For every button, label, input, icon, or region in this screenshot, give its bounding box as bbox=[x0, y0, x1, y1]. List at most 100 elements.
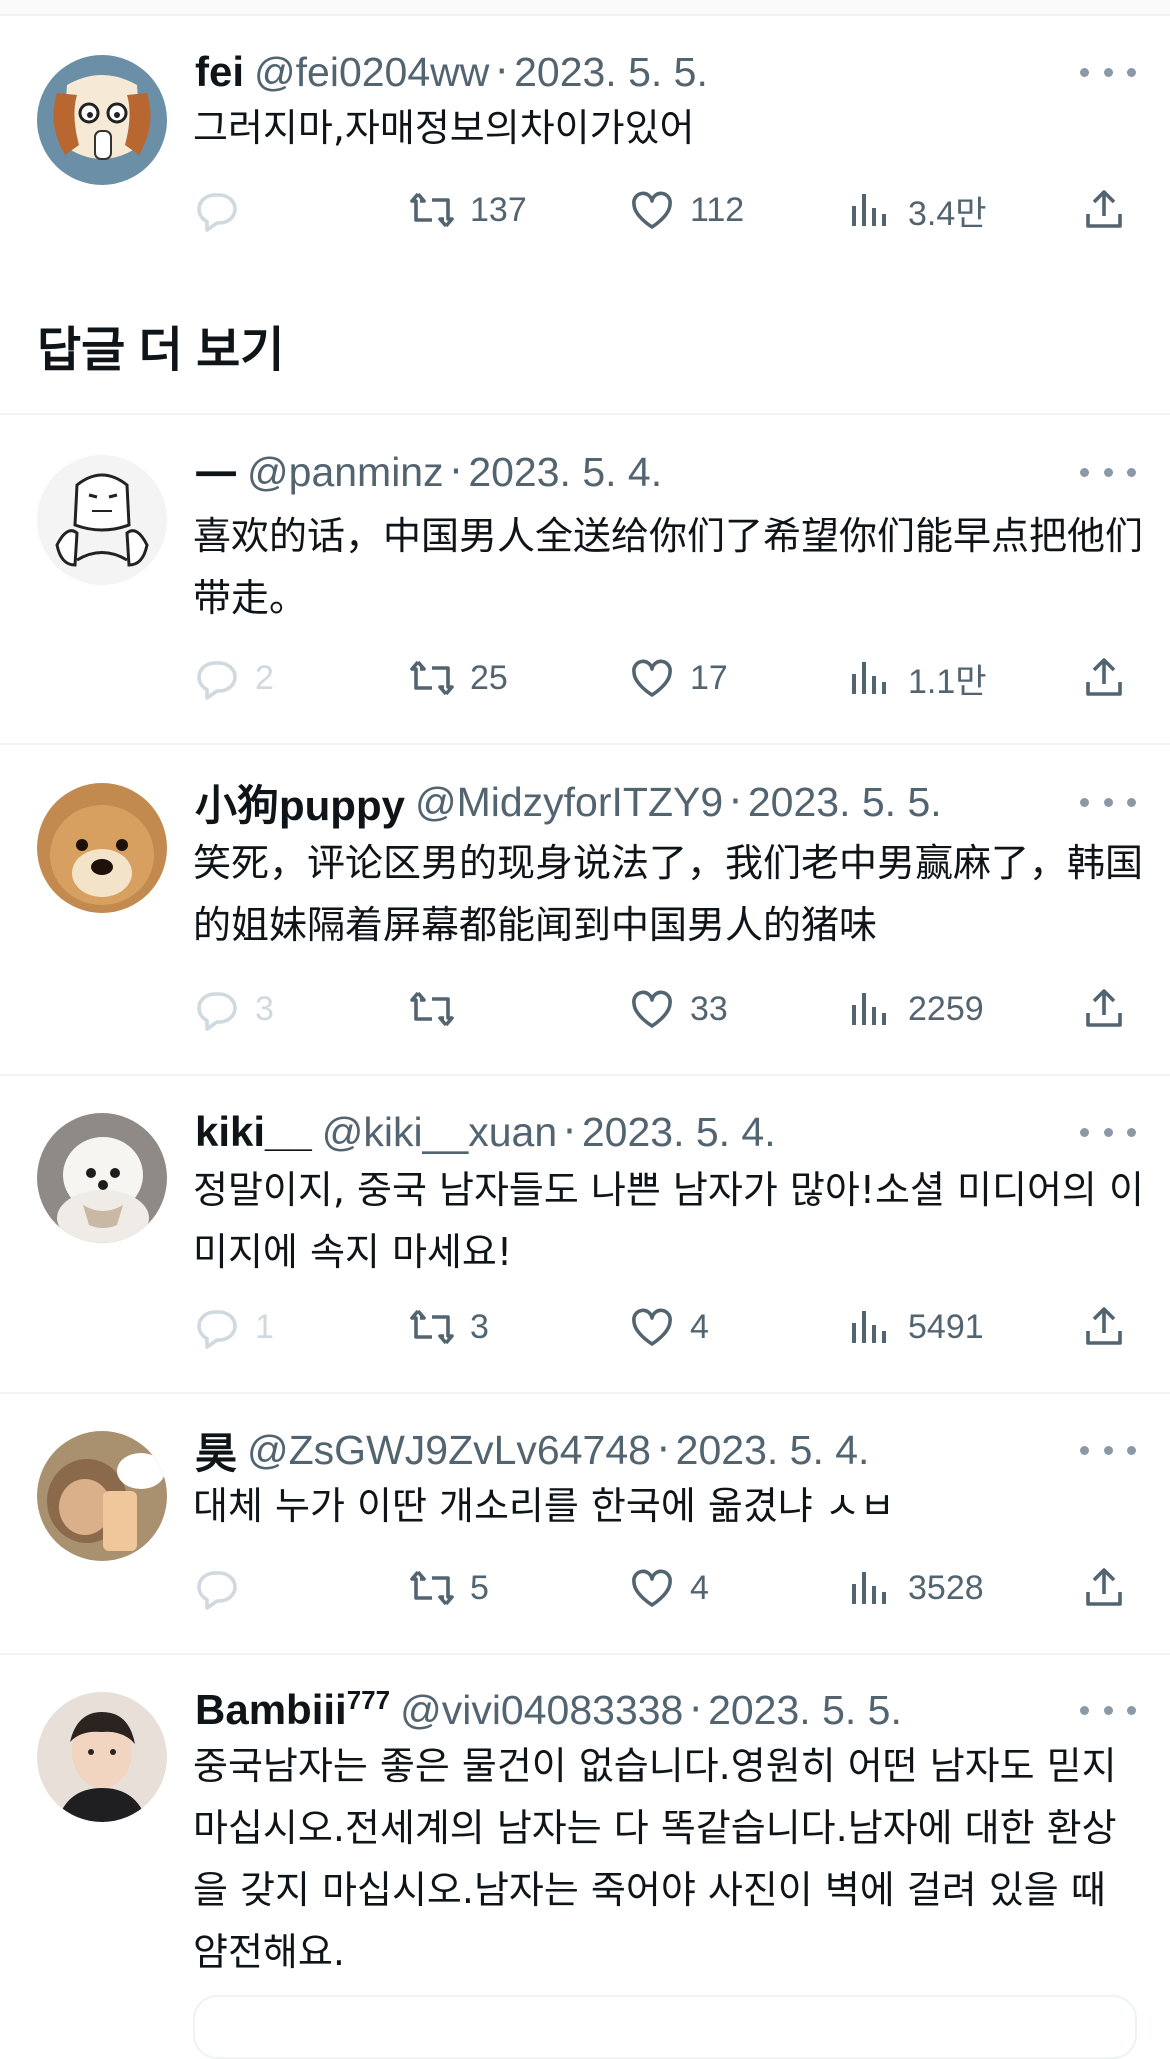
more-icon[interactable] bbox=[1080, 57, 1136, 87]
tweet-date[interactable]: 2023. 5. 5. bbox=[708, 1687, 902, 1734]
tweet-text: 그러지마,자매정보의차이가있어 bbox=[193, 106, 695, 150]
reply-icon bbox=[197, 992, 237, 1031]
reply-count: 1 bbox=[255, 1307, 274, 1346]
tweet-date[interactable]: 2023. 5. 4. bbox=[582, 1109, 776, 1156]
share-button[interactable] bbox=[1080, 1297, 1128, 1357]
divider bbox=[0, 1074, 1170, 1076]
reply-button[interactable]: 3 bbox=[193, 979, 274, 1039]
reply-composer[interactable] bbox=[193, 1995, 1137, 2059]
action-bar: 137 112 3.4만 bbox=[0, 180, 1170, 240]
like-button[interactable]: 17 bbox=[628, 648, 728, 708]
share-icon bbox=[1086, 190, 1122, 228]
heart-icon bbox=[632, 191, 672, 229]
action-bar: 1 3 4 5491 bbox=[0, 1297, 1170, 1357]
share-button[interactable] bbox=[1080, 979, 1128, 1039]
reply-count: 3 bbox=[255, 989, 274, 1028]
views-icon bbox=[852, 993, 886, 1025]
avatar[interactable] bbox=[37, 1113, 167, 1243]
like-button[interactable]: 4 bbox=[628, 1558, 709, 1618]
retweet-button[interactable]: 3 bbox=[408, 1297, 489, 1357]
reply-icon bbox=[197, 661, 237, 700]
share-button[interactable] bbox=[1080, 180, 1128, 240]
like-count: 33 bbox=[690, 989, 728, 1028]
reply-button[interactable] bbox=[193, 180, 255, 240]
author-name[interactable]: 昊 bbox=[195, 1420, 237, 1481]
view-count: 1.1만 bbox=[908, 662, 987, 701]
retweet-button[interactable]: 5 bbox=[408, 1558, 489, 1618]
views-button[interactable]: 3.4만 bbox=[846, 180, 987, 240]
avatar[interactable] bbox=[37, 1431, 167, 1561]
author-name[interactable]: 小狗puppy bbox=[195, 772, 405, 833]
avatar[interactable] bbox=[37, 55, 167, 185]
view-count: 2259 bbox=[908, 989, 984, 1028]
views-icon bbox=[852, 662, 886, 694]
reply-button[interactable]: 1 bbox=[193, 1297, 274, 1357]
more-icon[interactable] bbox=[1080, 787, 1136, 817]
view-count: 3528 bbox=[908, 1568, 984, 1607]
retweet-icon bbox=[410, 1309, 454, 1345]
avatar[interactable] bbox=[37, 1692, 167, 1822]
more-icon[interactable] bbox=[1080, 1435, 1136, 1465]
reply-button[interactable] bbox=[193, 1558, 255, 1618]
tweet-date[interactable]: 2023. 5. 5. bbox=[514, 49, 708, 96]
separator-dot: · bbox=[656, 1427, 670, 1473]
author-handle[interactable]: @vivi04083338 bbox=[400, 1687, 683, 1734]
more-icon[interactable] bbox=[1080, 1117, 1136, 1147]
retweet-count: 137 bbox=[470, 190, 527, 229]
views-button[interactable]: 5491 bbox=[846, 1297, 984, 1357]
retweet-count: 25 bbox=[470, 658, 508, 697]
separator-dot: · bbox=[729, 779, 742, 825]
views-button[interactable]: 1.1만 bbox=[846, 648, 987, 708]
author-handle[interactable]: @fei0204ww bbox=[254, 49, 489, 96]
like-button[interactable]: 4 bbox=[628, 1297, 709, 1357]
tweet-text: 喜欢的话，中国男人全送给你们了希望你们能早点把他们带走。 bbox=[193, 514, 1144, 620]
author-handle[interactable]: @ZsGWJ9ZvLv64748 bbox=[247, 1427, 651, 1474]
tweet-text: 중국남자는 좋은 물건이 없습니다.영원히 어떤 남자도 믿지 마십시오.전세계… bbox=[193, 1744, 1117, 1974]
avatar[interactable] bbox=[37, 783, 167, 913]
share-button[interactable] bbox=[1080, 648, 1128, 708]
retweet-count: 3 bbox=[470, 1307, 489, 1346]
divider bbox=[0, 1653, 1170, 1655]
like-button[interactable]: 33 bbox=[628, 979, 728, 1039]
tweet-date[interactable]: 2023. 5. 5. bbox=[748, 779, 942, 826]
action-bar: 3 33 2259 bbox=[0, 979, 1170, 1039]
more-icon[interactable] bbox=[1080, 1695, 1136, 1725]
views-button[interactable]: 2259 bbox=[846, 979, 984, 1039]
retweet-button[interactable]: 137 bbox=[408, 180, 527, 240]
retweet-button[interactable]: 25 bbox=[408, 648, 508, 708]
view-count: 5491 bbox=[908, 1307, 984, 1346]
author-handle[interactable]: @panminz bbox=[247, 449, 444, 496]
separator-dot: · bbox=[689, 1687, 703, 1733]
tweet-date[interactable]: 2023. 5. 4. bbox=[468, 449, 662, 496]
views-icon bbox=[852, 1572, 886, 1604]
author-name[interactable]: kiki__ bbox=[195, 1108, 312, 1156]
tweet-date[interactable]: 2023. 5. 4. bbox=[676, 1427, 870, 1474]
views-icon bbox=[852, 194, 886, 226]
share-button[interactable] bbox=[1080, 1558, 1128, 1618]
share-icon bbox=[1086, 989, 1122, 1027]
avatar[interactable] bbox=[37, 455, 167, 585]
author-name[interactable]: 一 bbox=[195, 442, 237, 503]
heart-icon bbox=[632, 990, 672, 1028]
author-name[interactable]: Bambiii777 bbox=[195, 1686, 390, 1734]
retweet-count: 5 bbox=[470, 1568, 489, 1607]
author-handle[interactable]: @kiki__xuan bbox=[322, 1109, 557, 1156]
tweet-text: 대체 누가 이딴 개소리를 한국에 옮겼냐 ㅅㅂ bbox=[193, 1484, 895, 1528]
retweet-button[interactable] bbox=[408, 979, 470, 1039]
separator-dot: · bbox=[449, 449, 463, 495]
author-handle[interactable]: @MidzyforITZY9 bbox=[415, 779, 723, 826]
section-title: 답글 더 보기 bbox=[37, 324, 285, 377]
separator-dot: · bbox=[495, 49, 509, 95]
reply-count: 2 bbox=[255, 658, 274, 697]
view-count: 3.4만 bbox=[908, 194, 987, 233]
like-button[interactable]: 112 bbox=[628, 180, 744, 240]
heart-icon bbox=[632, 1569, 672, 1607]
more-icon[interactable] bbox=[1080, 457, 1136, 487]
author-name[interactable]: fei bbox=[195, 48, 244, 96]
like-count: 112 bbox=[690, 190, 745, 229]
retweet-icon bbox=[410, 660, 454, 696]
like-count: 17 bbox=[690, 658, 728, 697]
views-button[interactable]: 3528 bbox=[846, 1558, 984, 1618]
top-divider bbox=[0, 0, 1170, 16]
reply-button[interactable]: 2 bbox=[193, 648, 274, 708]
